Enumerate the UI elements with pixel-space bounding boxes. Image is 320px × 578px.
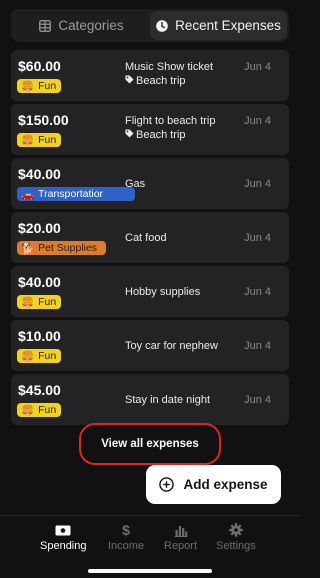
burger-icon: 🍔 <box>21 80 35 93</box>
expense-row[interactable]: $20.00 🐕 Pet Supplies Cat food Jun 4 <box>11 212 289 263</box>
tab-spending[interactable]: Spending <box>40 523 87 552</box>
expense-amount: $60.00 <box>18 58 61 74</box>
tag-icon <box>125 75 134 87</box>
burger-icon: 🍔 <box>21 350 35 363</box>
expense-list: $60.00 🍔 Fun Music Show ticket Beach trip… <box>11 50 289 428</box>
expense-description: Stay in date night <box>125 394 211 406</box>
tab-categories[interactable]: Categories <box>13 11 150 40</box>
expense-description: Flight to beach trip <box>125 115 216 127</box>
trip-label: Beach trip <box>125 129 186 141</box>
expense-row[interactable]: $40.00 🍔 Fun Hobby supplies Jun 4 <box>11 266 289 317</box>
category-tag: 🚗 Transportatior <box>17 187 135 201</box>
expense-description: Gas <box>125 178 146 190</box>
add-expense-button[interactable]: Add expense <box>146 465 281 504</box>
tab-report-label: Report <box>164 540 198 552</box>
category-label: Fun <box>38 404 57 416</box>
category-label: Fun <box>38 134 57 146</box>
burger-icon: 🍔 <box>21 296 35 309</box>
tab-categories-label: Categories <box>58 18 124 33</box>
trip-name: Beach trip <box>136 75 186 87</box>
category-label: Pet Supplies <box>38 242 98 254</box>
expense-date: Jun 4 <box>244 340 271 352</box>
burger-icon: 🍔 <box>21 404 35 417</box>
tab-spending-label: Spending <box>40 540 87 552</box>
expense-row[interactable]: $45.00 🍔 Fun Stay in date night Jun 4 <box>11 374 289 425</box>
tab-income[interactable]: $ Income <box>108 522 145 552</box>
expense-amount: $45.00 <box>18 382 61 398</box>
expense-amount: $10.00 <box>18 328 61 344</box>
expense-description: Toy car for nephew <box>125 340 218 352</box>
tab-recent-expenses[interactable]: Recent Expenses <box>150 11 287 40</box>
view-all-expenses-button[interactable]: View all expenses <box>79 423 221 465</box>
category-tag: 🍔 Fun <box>17 349 61 363</box>
category-tag: 🍔 Fun <box>17 403 61 417</box>
expense-date: Jun 4 <box>244 115 271 127</box>
expense-description: Music Show ticket <box>125 61 214 73</box>
bar-chart-icon <box>174 523 188 537</box>
expense-date: Jun 4 <box>244 178 271 190</box>
category-tag: 🐕 Pet Supplies <box>17 241 106 255</box>
category-label: Fun <box>38 80 57 92</box>
expense-description: Cat food <box>125 232 167 244</box>
trip-name: Beach trip <box>136 129 186 141</box>
trip-label: Beach trip <box>125 75 186 87</box>
expense-row[interactable]: $10.00 🍔 Fun Toy car for nephew Jun 4 <box>11 320 289 371</box>
dog-icon: 🐕 <box>21 242 35 255</box>
money-icon <box>55 523 71 537</box>
add-expense-label: Add expense <box>183 477 268 492</box>
tab-settings-label: Settings <box>216 540 256 552</box>
category-label: Fun <box>38 296 57 308</box>
category-tag: 🍔 Fun <box>17 79 61 93</box>
expense-description: Hobby supplies <box>125 286 201 298</box>
expense-amount: $40.00 <box>18 166 61 182</box>
dollar-icon: $ <box>122 522 130 538</box>
category-tag: 🍔 Fun <box>17 295 61 309</box>
tab-settings[interactable]: Settings <box>216 523 256 552</box>
expense-date: Jun 4 <box>244 61 271 73</box>
tab-income-label: Income <box>108 540 145 552</box>
tab-report[interactable]: Report <box>164 523 197 552</box>
home-indicator <box>88 569 212 573</box>
expense-date: Jun 4 <box>244 232 271 244</box>
expense-row[interactable]: $150.00 🍔 Fun Flight to beach trip Beach … <box>11 104 289 155</box>
tag-icon <box>125 129 134 141</box>
tab-recent-expenses-label: Recent Expenses <box>175 18 281 33</box>
expense-row[interactable]: $60.00 🍔 Fun Music Show ticket Beach trip… <box>11 50 289 101</box>
expense-date: Jun 4 <box>244 394 271 406</box>
plus-circle-icon <box>159 477 175 492</box>
car-icon: 🚗 <box>21 188 35 201</box>
view-switcher: Categories Recent Expenses <box>11 9 289 42</box>
clock-icon <box>156 19 168 32</box>
expense-amount: $40.00 <box>18 274 61 290</box>
grid-icon <box>39 19 52 32</box>
expense-amount: $150.00 <box>18 112 69 128</box>
expense-amount: $20.00 <box>18 220 61 236</box>
burger-icon: 🍔 <box>21 134 35 147</box>
expense-row[interactable]: $40.00 🚗 Transportatior Gas Jun 4 <box>11 158 289 209</box>
category-label: Transportatior <box>38 188 104 200</box>
category-tag: 🍔 Fun <box>17 133 61 147</box>
expense-date: Jun 4 <box>244 286 271 298</box>
category-label: Fun <box>38 350 57 362</box>
gear-icon <box>229 523 243 537</box>
